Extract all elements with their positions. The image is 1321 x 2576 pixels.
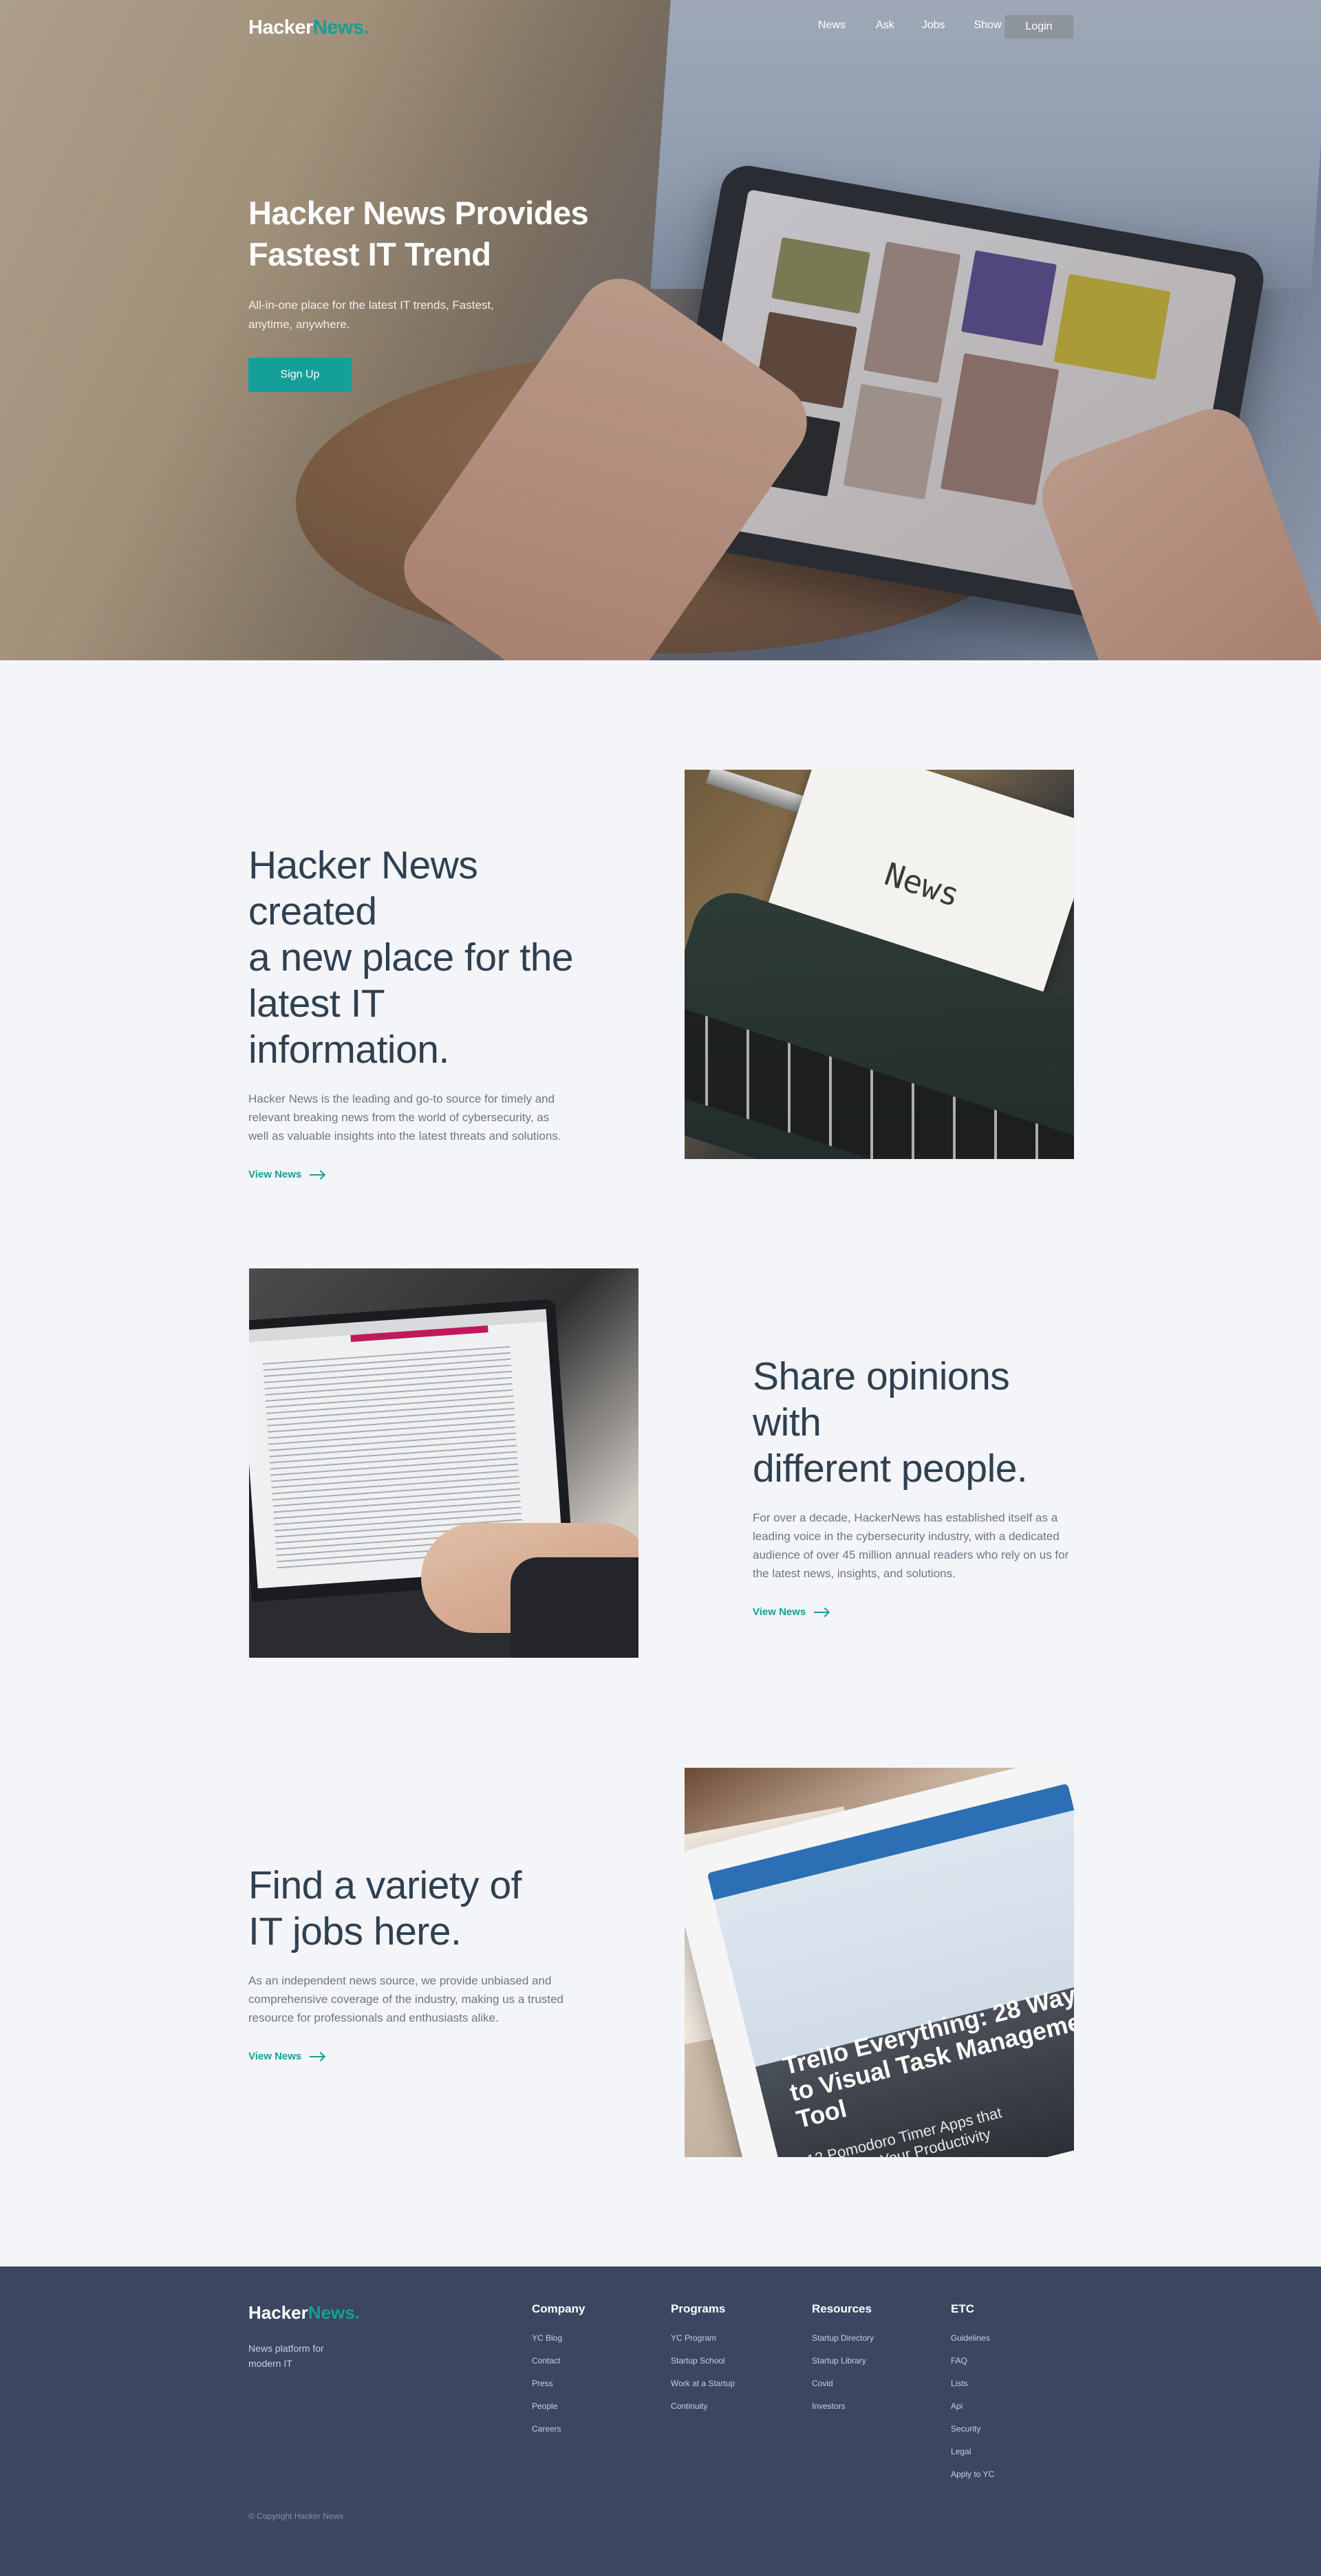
logo-accent-text: News. [312, 17, 369, 39]
feature-section-news: Hacker News created a new place for the … [0, 770, 1321, 1180]
feature-text: Share opinions with different people. Fo… [753, 1354, 1083, 1618]
hero-title-line1: Hacker News Provides [248, 195, 589, 231]
footer-tagline: News platform for modern IT [248, 2343, 324, 2369]
footer-link[interactable]: Work at a Startup [671, 2372, 735, 2395]
feature-title-line: Share opinions with [753, 1354, 1010, 1444]
hero-content: Hacker News Provides Fastest IT Trend Al… [248, 193, 606, 392]
footer-column-resources: Resources Startup Directory Startup Libr… [812, 2302, 874, 2418]
hero-title: Hacker News Provides Fastest IT Trend [248, 193, 606, 275]
view-news-label: View News [248, 2050, 302, 2062]
footer-link[interactable]: Contact [532, 2350, 585, 2372]
footer-column-title: Programs [671, 2302, 726, 2315]
footer-link[interactable]: YC Program [671, 2327, 735, 2350]
nav-link-show[interactable]: Show [974, 19, 1001, 32]
site-logo[interactable]: HackerNews. [248, 17, 369, 39]
footer-link[interactable]: Investors [812, 2395, 874, 2418]
nav-link-news[interactable]: News [818, 19, 846, 32]
tablet-image: CIAL Trello Everything: 28 Ways to Visua… [685, 1768, 1074, 2157]
logo-main-text: Hacker [248, 17, 313, 39]
view-news-label: View News [753, 1606, 806, 1618]
footer-link[interactable]: Apply to YC [951, 2463, 994, 2486]
footer-link[interactable]: Covid [812, 2372, 874, 2395]
footer: HackerNews. News platform for modern IT … [0, 2266, 1321, 2576]
footer-link[interactable]: Startup Library [812, 2350, 874, 2372]
footer-column-programs: Programs YC Program Startup School Work … [671, 2302, 735, 2418]
feature-section-opinions: Share opinions with different people. Fo… [0, 1268, 1321, 1658]
copyright: © Copyright Hacker News [248, 2511, 344, 2521]
footer-link[interactable]: Startup School [671, 2350, 735, 2372]
feature-title-line: Hacker News created [248, 843, 478, 933]
feature-text: Find a variety of IT jobs here. As an in… [248, 1863, 592, 2062]
hero-section: HackerNews. News Ask Jobs Show Login Hac… [0, 0, 1321, 660]
footer-logo[interactable]: HackerNews. [248, 2302, 360, 2324]
view-news-label: View News [248, 1169, 302, 1180]
footer-link[interactable]: Guidelines [951, 2327, 994, 2350]
feature-section-jobs: Find a variety of IT jobs here. As an in… [0, 1768, 1321, 2157]
footer-link[interactable]: Security [951, 2418, 994, 2440]
feature-title-line: latest IT information. [248, 982, 449, 1072]
arrow-right-icon [310, 2055, 324, 2057]
footer-link[interactable]: People [532, 2395, 585, 2418]
signup-button[interactable]: Sign Up [248, 358, 352, 392]
tablet-screen: Trello Everything: 28 Ways to Visual Tas… [707, 1783, 1074, 2157]
feature-title: Find a variety of IT jobs here. [248, 1863, 592, 1955]
hero-title-line2: Fastest IT Trend [248, 236, 491, 272]
footer-link[interactable]: Press [532, 2372, 585, 2395]
footer-logo-accent: News. [308, 2302, 360, 2323]
footer-link[interactable]: Api [951, 2395, 994, 2418]
footer-link[interactable]: Continuity [671, 2395, 735, 2418]
footer-link[interactable]: Careers [532, 2418, 585, 2440]
footer-logo-main: Hacker [248, 2302, 308, 2323]
feature-title-line: Find a variety of [248, 1863, 522, 1907]
arrow-right-icon [814, 1611, 828, 1613]
footer-link[interactable]: YC Blog [532, 2327, 585, 2350]
footer-column-title: ETC [951, 2302, 974, 2315]
feature-text: Hacker News created a new place for the … [248, 843, 592, 1180]
nav-link-ask[interactable]: Ask [876, 19, 894, 32]
footer-column-company: Company YC Blog Contact Press People Car… [532, 2302, 585, 2440]
sleeve [511, 1557, 638, 1658]
nav-links: News Ask Jobs Show [818, 19, 1035, 32]
hero-overlay [0, 0, 1321, 660]
login-button[interactable]: Login [1005, 15, 1073, 39]
top-navigation: HackerNews. News Ask Jobs Show Login [0, 0, 1321, 55]
footer-column-title: Company [532, 2302, 586, 2315]
feature-description: Hacker News is the leading and go-to sou… [248, 1092, 561, 1143]
view-news-link[interactable]: View News [248, 2050, 592, 2062]
feature-description: For over a decade, HackerNews has establ… [753, 1511, 1069, 1580]
footer-column-title: Resources [812, 2302, 872, 2315]
feature-title-line: a new place for the [248, 935, 574, 979]
arrow-right-icon [310, 1173, 324, 1176]
typewriter-image: News [685, 770, 1074, 1159]
footer-column-etc: ETC Guidelines FAQ Lists Api Security Le… [951, 2302, 994, 2486]
footer-link[interactable]: FAQ [951, 2350, 994, 2372]
footer-link[interactable]: Legal [951, 2440, 994, 2463]
nav-link-jobs[interactable]: Jobs [922, 19, 945, 32]
feature-title-line: IT jobs here. [248, 1909, 462, 1953]
view-news-link[interactable]: View News [248, 1169, 592, 1180]
footer-link[interactable]: Startup Directory [812, 2327, 874, 2350]
feature-title: Hacker News created a new place for the … [248, 843, 592, 1073]
view-news-link[interactable]: View News [753, 1606, 1083, 1618]
hero-subtitle: All-in-one place for the latest IT trend… [248, 299, 494, 331]
feature-description: As an independent news source, we provid… [248, 1974, 563, 2024]
laptop-image [249, 1268, 638, 1658]
feature-title: Share opinions with different people. [753, 1354, 1083, 1492]
feature-title-line: different people. [753, 1447, 1028, 1491]
footer-link[interactable]: Lists [951, 2372, 994, 2395]
